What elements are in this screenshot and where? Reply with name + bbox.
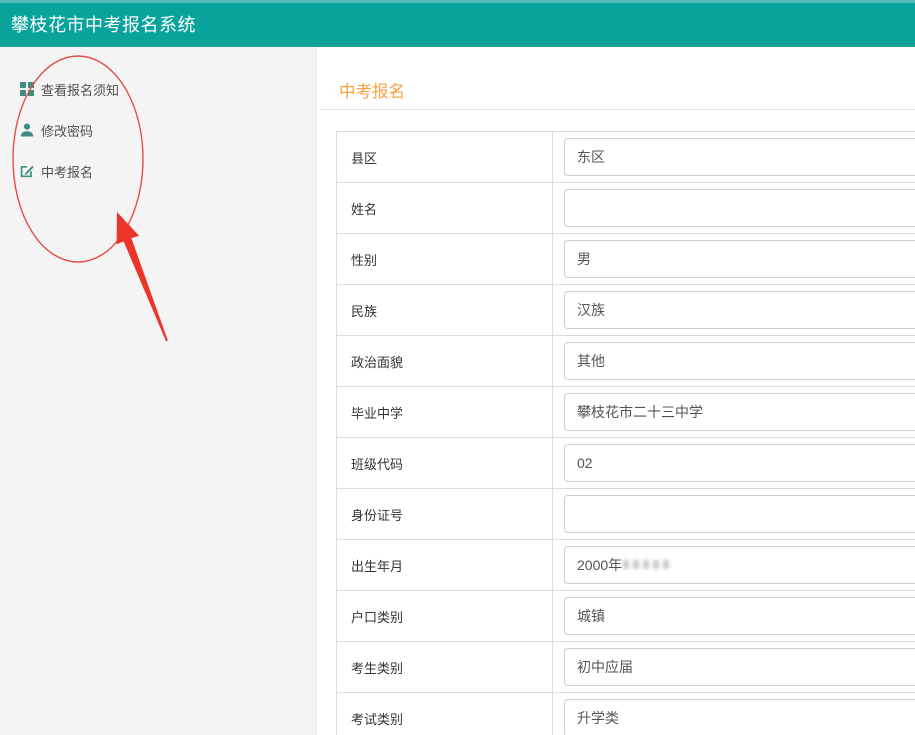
field-label: 身份证号 xyxy=(337,489,553,539)
table-row: 身份证号 xyxy=(337,489,915,540)
field-label: 民族 xyxy=(337,285,553,335)
field-label: 姓名 xyxy=(337,183,553,233)
field-value-cell xyxy=(553,489,915,539)
field-label: 县区 xyxy=(337,132,553,182)
field-value-cell xyxy=(553,591,915,641)
field-value-cell xyxy=(553,438,915,488)
field-label: 性别 xyxy=(337,234,553,284)
class-code-input[interactable] xyxy=(564,444,915,482)
page-title: 中考报名 xyxy=(339,78,405,102)
household-type-input[interactable] xyxy=(564,597,915,635)
grid-icon xyxy=(20,82,34,96)
sidebar: 查看报名须知 修改密码 中考报名 xyxy=(0,47,317,735)
table-row: 户口类别 xyxy=(337,591,915,642)
name-input[interactable] xyxy=(564,189,915,227)
field-label: 考生类别 xyxy=(337,642,553,692)
main-content: 中考报名 县区 姓名 性别 民族 xyxy=(318,47,915,735)
table-row: 考生类别 xyxy=(337,642,915,693)
sidebar-item-label: 查看报名须知 xyxy=(41,80,119,99)
registration-form-table: 县区 姓名 性别 民族 政治面貌 xyxy=(336,131,915,735)
field-value-cell xyxy=(553,336,915,386)
table-row: 毕业中学 xyxy=(337,387,915,438)
sidebar-item-label: 中考报名 xyxy=(41,162,93,181)
table-row: 民族 xyxy=(337,285,915,336)
table-row: 出生年月 xyxy=(337,540,915,591)
candidate-type-input[interactable] xyxy=(564,648,915,686)
field-value-cell xyxy=(553,285,915,335)
app-header: 攀枝花市中考报名系统 xyxy=(0,0,915,47)
app-title: 攀枝花市中考报名系统 xyxy=(11,0,196,47)
field-value-cell xyxy=(553,183,915,233)
table-row: 性别 xyxy=(337,234,915,285)
table-row: 姓名 xyxy=(337,183,915,234)
edit-icon xyxy=(20,164,34,178)
political-status-input[interactable] xyxy=(564,342,915,380)
field-value-cell xyxy=(553,234,915,284)
exam-type-input[interactable] xyxy=(564,699,915,735)
sidebar-item-change-password[interactable]: 修改密码 xyxy=(20,120,93,140)
id-number-input[interactable] xyxy=(564,495,915,533)
gender-input[interactable] xyxy=(564,240,915,278)
panel-header: 中考报名 xyxy=(320,47,915,110)
sidebar-item-exam-registration[interactable]: 中考报名 xyxy=(20,161,93,181)
table-row: 县区 xyxy=(337,132,915,183)
user-icon xyxy=(20,123,34,137)
field-label: 户口类别 xyxy=(337,591,553,641)
county-input[interactable] xyxy=(564,138,915,176)
ethnicity-input[interactable] xyxy=(564,291,915,329)
field-label: 毕业中学 xyxy=(337,387,553,437)
field-label: 出生年月 xyxy=(337,540,553,590)
field-value-cell xyxy=(553,642,915,692)
table-row: 班级代码 xyxy=(337,438,915,489)
graduate-school-input[interactable] xyxy=(564,393,915,431)
field-label: 班级代码 xyxy=(337,438,553,488)
table-row: 政治面貌 xyxy=(337,336,915,387)
field-value-cell xyxy=(553,132,915,182)
sidebar-item-view-notice[interactable]: 查看报名须知 xyxy=(20,79,119,99)
field-value-cell xyxy=(553,387,915,437)
birth-date-input[interactable] xyxy=(564,546,915,584)
page: 攀枝花市中考报名系统 查看报名须知 修改密码 xyxy=(0,0,915,735)
field-value-cell xyxy=(553,540,915,590)
sidebar-item-label: 修改密码 xyxy=(41,121,93,140)
table-row: 考试类别 xyxy=(337,693,915,735)
field-label: 考试类别 xyxy=(337,693,553,735)
field-label: 政治面貌 xyxy=(337,336,553,386)
field-value-cell xyxy=(553,693,915,735)
